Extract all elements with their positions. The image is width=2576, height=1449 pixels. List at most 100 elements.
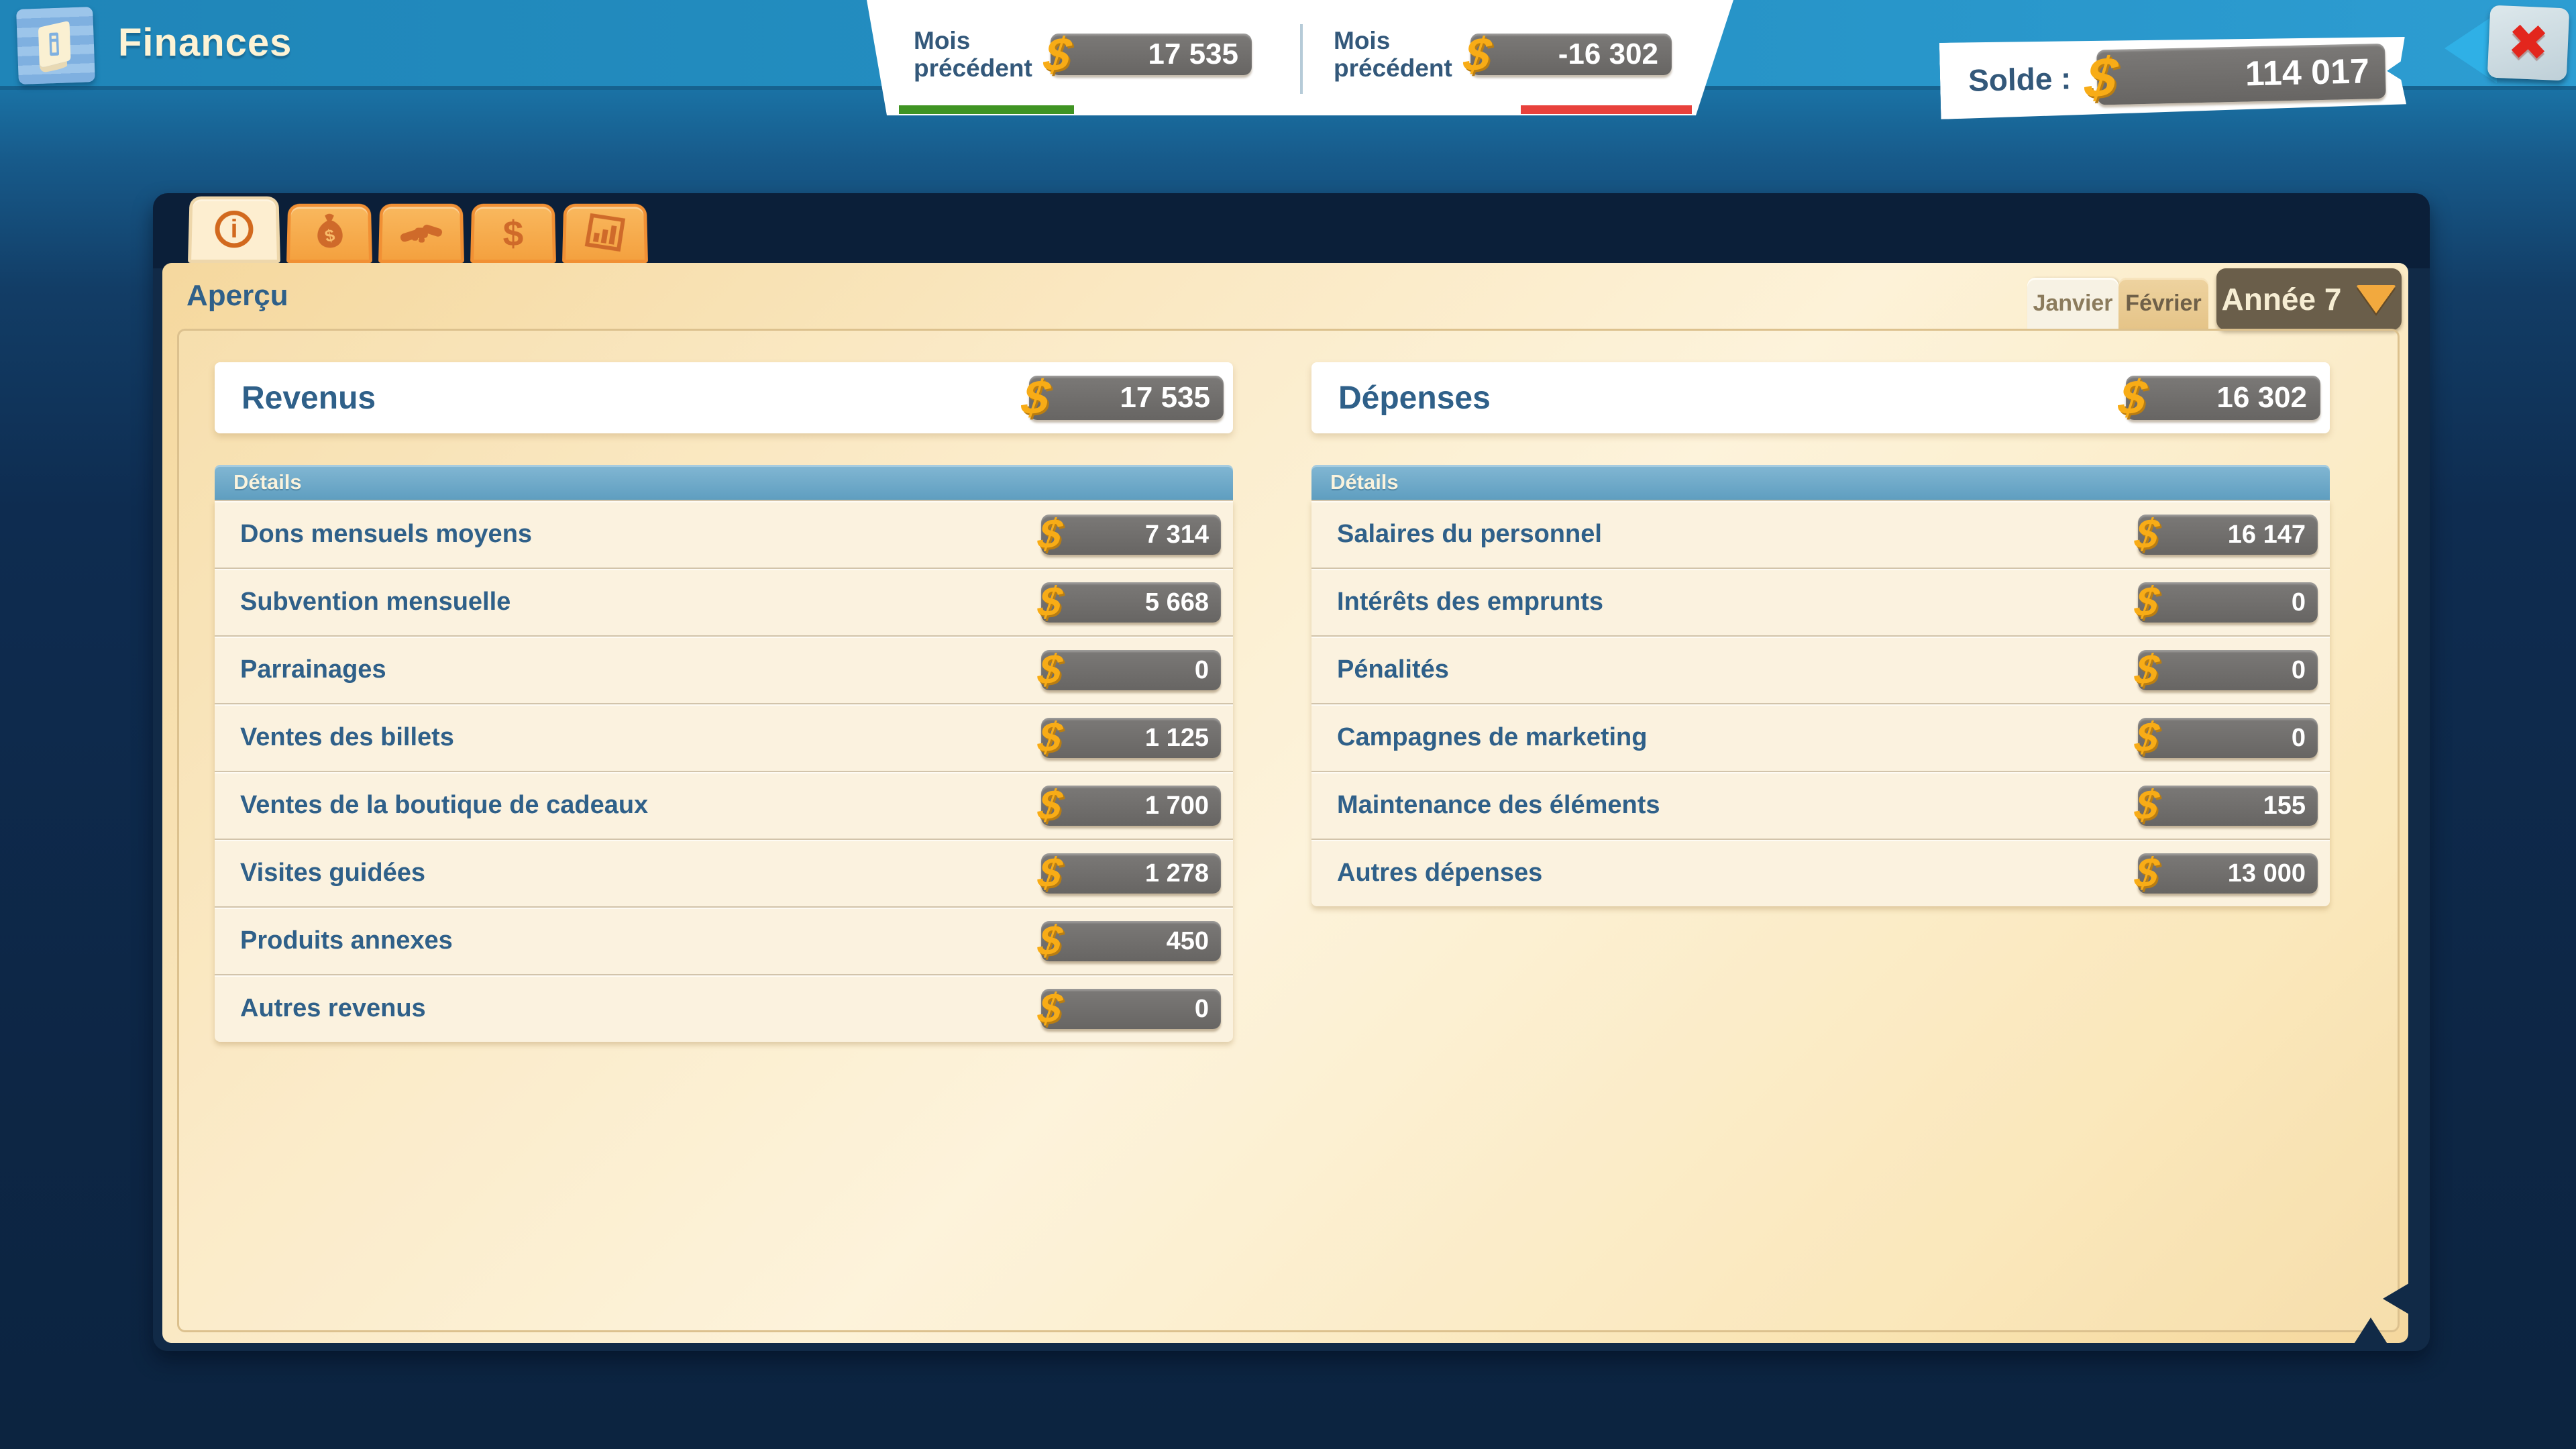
row-value: 5 668 [1041,582,1221,623]
row-label: Salaires du personnel [1337,520,1602,549]
overview-title: Aperçu [186,279,288,313]
revenues-title: Revenus [241,380,376,417]
chevron-down-icon [2356,285,2396,313]
expenses-title: Dépenses [1338,380,1491,417]
table-row: Pénalités $ 0 [1311,635,2330,703]
balance-label: Solde : [1968,60,2072,98]
row-label: Intérêts des emprunts [1337,588,1603,616]
row-value: 13 000 [2138,853,2318,894]
overview-panel: Aperçu Janvier Février Année 7 Revenus $… [162,263,2408,1343]
revenues-total-value: 17 535 [1029,376,1224,420]
row-label: Autres revenus [240,994,426,1023]
row-label: Ventes de la boutique de cadeaux [240,791,648,820]
row-label: Campagnes de marketing [1337,723,1647,752]
prev-month-expense-value: -16 302 [1470,34,1672,75]
bar-chart-icon [584,213,627,254]
tab-donations[interactable]: $ [286,204,372,263]
info-icon: i [215,211,253,248]
row-label: Pénalités [1337,655,1449,684]
revenues-section: Revenus $ 17 535 Détails Dons mensue [215,362,1233,1330]
tab-month-janvier[interactable]: Janvier [2027,278,2118,329]
row-amount: $ 0 [1038,646,1221,694]
table-row: Intérêts des emprunts $ 0 [1311,568,2330,635]
table-row: Produits annexes $ 450 [215,906,1233,974]
tab-strip: i $ $ [188,193,648,263]
row-label: Produits annexes [240,926,453,955]
row-amount: $ 1 278 [1038,849,1221,897]
row-value: 1 700 [1041,786,1221,826]
revenues-details: Détails Dons mensuels moyens $ 7 314 [215,465,1233,1042]
expenses-rows: Salaires du personnel $ 16 147 Intérêts … [1311,500,2330,906]
table-row: Ventes de la boutique de cadeaux $ 1 700 [215,771,1233,839]
expenses-details: Détails Salaires du personnel $ 16 147 [1311,465,2330,906]
row-value: 16 147 [2138,515,2318,555]
close-icon: ✖ [2506,13,2551,73]
table-row: Visites guidées $ 1 278 [215,839,1233,906]
expenses-section: Dépenses $ 16 302 Détails Salaires d [1311,362,2330,1330]
finances-book-icon [16,7,95,85]
balance-amount: $ 114 017 [2085,38,2386,110]
row-amount: $ 13 000 [2135,849,2318,897]
page-title: Finances [118,20,292,65]
row-value: 7 314 [1041,515,1221,555]
prev-month-expense: Mois précédent $ -16 302 [1295,0,1733,115]
table-row: Campagnes de marketing $ 0 [1311,703,2330,771]
table-row: Parrainages $ 0 [215,635,1233,703]
tab-finances-dollar[interactable]: $ [470,204,556,263]
previous-month-banner: Mois précédent $ 17 535 Mois précédent $… [867,0,1733,115]
table-row: Dons mensuels moyens $ 7 314 [215,500,1233,568]
finances-panel: i $ $ [153,193,2430,1351]
handshake-icon [398,213,444,254]
prev-month-income-amount: $ 17 535 [1044,28,1252,81]
revenues-header: Revenus $ 17 535 [215,362,1233,433]
row-value: 0 [2138,718,2318,758]
dollar-icon: $ [503,212,524,254]
row-label: Parrainages [240,655,386,684]
expense-indicator-bar [1521,105,1692,114]
close-button[interactable]: ✖ [2487,5,2570,80]
panel-right-notch [2383,1281,2412,1316]
table-row: Autres revenus $ 0 [215,974,1233,1042]
income-indicator-bar [899,105,1074,114]
money-bag-icon: $ [308,213,351,254]
row-amount: $ 0 [2135,578,2318,626]
revenues-rows: Dons mensuels moyens $ 7 314 Subvention … [215,500,1233,1042]
row-amount: $ 450 [1038,917,1221,965]
row-value: 0 [2138,650,2318,690]
year-dropdown[interactable]: Année 7 [2216,268,2402,330]
revenues-total: $ 17 535 [1022,370,1224,425]
row-label: Subvention mensuelle [240,588,511,616]
revenues-details-label: Détails [215,465,1233,500]
row-value: 0 [1041,650,1221,690]
row-value: 0 [2138,582,2318,623]
table-row: Salaires du personnel $ 16 147 [1311,500,2330,568]
prev-month-income-label: Mois précédent [914,27,1032,82]
row-amount: $ 0 [1038,985,1221,1032]
expenses-details-label: Détails [1311,465,2330,500]
prev-month-income-value: 17 535 [1051,34,1252,75]
prev-month-expense-amount: $ -16 302 [1464,28,1672,81]
prev-month-expense-label: Mois précédent [1334,27,1452,82]
row-value: 1 125 [1041,718,1221,758]
expenses-total-value: 16 302 [2126,376,2320,420]
tab-overview[interactable]: i [188,197,280,263]
row-value: 0 [1041,989,1221,1029]
table-row: Autres dépenses $ 13 000 [1311,839,2330,906]
row-value: 450 [1041,921,1221,961]
tab-sponsorships[interactable] [378,204,464,263]
overview-content: Revenus $ 17 535 Détails Dons mensue [177,329,2400,1332]
row-amount: $ 0 [2135,714,2318,761]
row-value: 1 278 [1041,853,1221,894]
expenses-header: Dépenses $ 16 302 [1311,362,2330,433]
table-row: Ventes des billets $ 1 125 [215,703,1233,771]
tab-month-fevrier[interactable]: Février [2118,278,2208,329]
row-label: Visites guidées [240,859,425,888]
year-dropdown-label: Année 7 [2222,281,2342,317]
tab-charts[interactable] [562,204,648,263]
row-label: Dons mensuels moyens [240,520,532,549]
table-row: Maintenance des éléments $ 155 [1311,771,2330,839]
row-amount: $ 1 700 [1038,782,1221,829]
row-label: Autres dépenses [1337,859,1542,888]
row-value: 155 [2138,786,2318,826]
row-amount: $ 5 668 [1038,578,1221,626]
